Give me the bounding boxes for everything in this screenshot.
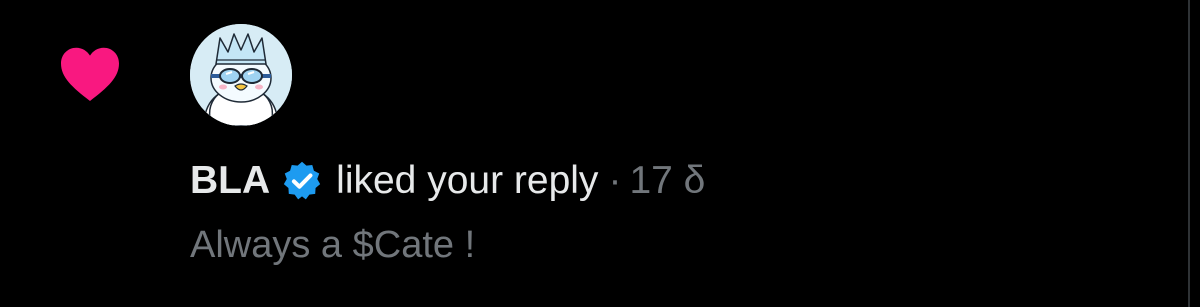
verified-badge-icon (284, 161, 321, 200)
penguin-crown-avatar (190, 24, 292, 126)
timestamp: 17 δ (629, 159, 706, 202)
like-notification[interactable]: BLA liked your reply · 17 δ Always a $Ca… (0, 0, 1188, 307)
user-name[interactable]: BLA (190, 159, 270, 203)
action-text: liked your reply (336, 159, 599, 202)
notification-headline: BLA liked your reply · 17 δ (190, 152, 705, 210)
avatar[interactable] (190, 24, 292, 126)
separator: · (608, 159, 622, 202)
reply-text: Always a $Cate ! (190, 224, 476, 266)
divider (1188, 0, 1190, 307)
heart-icon (61, 47, 119, 101)
